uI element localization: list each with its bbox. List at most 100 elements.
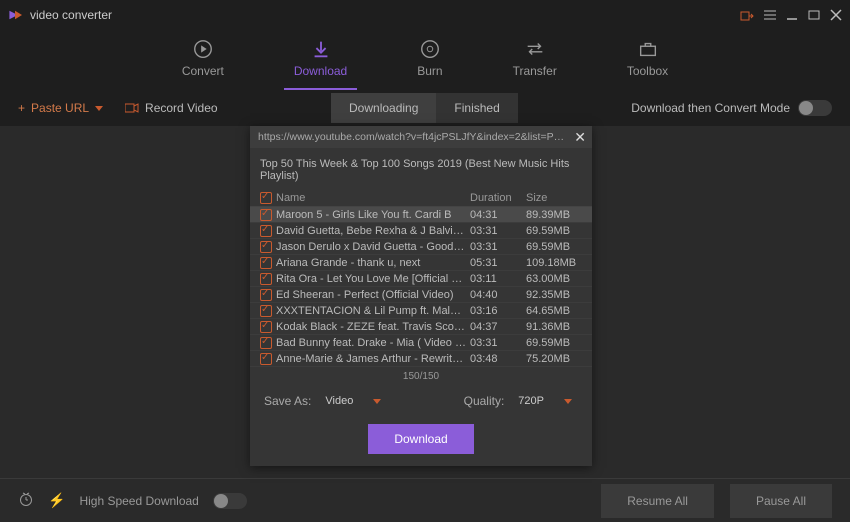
row-duration: 04:40 [470,289,526,301]
row-checkbox[interactable] [260,289,272,301]
nav-label: Convert [182,64,224,78]
nav-label: Burn [417,64,442,78]
download-button[interactable]: Download [368,424,473,454]
main-area: https://www.youtube.com/watch?v=ft4jcPSL… [0,126,850,478]
table-row[interactable]: Kodak Black - ZEZE feat. Travis Scott & … [250,319,592,335]
record-icon [125,102,139,114]
row-checkbox[interactable] [260,353,272,365]
nav-label: Transfer [513,64,557,78]
table-row[interactable]: Ariana Grande - thank u, next05:31109.18… [250,255,592,271]
row-size: 69.59MB [526,241,582,253]
row-size: 64.65MB [526,305,582,317]
row-checkbox[interactable] [260,369,272,370]
toolbox-icon [637,38,659,60]
row-size: 91.36MB [526,321,582,333]
row-duration: 03:31 [470,225,526,237]
quality-dropdown[interactable]: 720P [512,392,578,410]
panel-url-bar: https://www.youtube.com/watch?v=ft4jcPSL… [250,126,592,148]
row-checkbox[interactable] [260,273,272,285]
nav-burn[interactable]: Burn [407,34,452,90]
resume-all-button[interactable]: Resume All [601,484,714,518]
nav-download[interactable]: Download [284,34,357,90]
row-size: 69.59MB [526,337,582,349]
tab-finished[interactable]: Finished [436,93,517,123]
col-name: Name [276,192,470,204]
table-row[interactable]: Bad Bunny feat. Drake - Mia ( Video Ofic… [250,335,592,351]
paste-url-label: Paste URL [31,101,89,115]
download-panel: https://www.youtube.com/watch?v=ft4jcPSL… [250,126,592,466]
table-row[interactable]: Anne-Marie & James Arthur - Rewrite The … [250,351,592,367]
save-as-dropdown[interactable]: Video [319,392,387,410]
row-name: Bad Bunny feat. Drake - Mia ( Video Ofic… [276,337,470,349]
pause-all-button[interactable]: Pause All [730,484,832,518]
row-duration: 03:31 [470,337,526,349]
minimize-icon[interactable] [786,9,798,21]
dl-convert-mode: Download then Convert Mode [631,100,832,116]
app-logo [8,8,22,22]
titlebar: video converter [0,0,850,30]
dlcm-label: Download then Convert Mode [631,101,790,115]
table-row[interactable]: Maroon 5 - Girls Like You ft. Cardi B04:… [250,207,592,223]
row-name: Kodak Black - ZEZE feat. Travis Scott & … [276,321,470,333]
table-row[interactable]: Ed Sheeran - Perfect (Official Video)04:… [250,287,592,303]
panel-count: 150/150 [250,369,592,388]
row-checkbox[interactable] [260,209,272,221]
save-as-label: Save As: [264,394,311,408]
maximize-icon[interactable] [808,9,820,21]
paste-url-button[interactable]: + Paste URL [18,101,103,115]
row-name: Maroon 5 - Girls Like You ft. Cardi B [276,209,470,221]
row-size: 75.20MB [526,353,582,365]
nav-label: Download [294,64,347,78]
row-checkbox[interactable] [260,257,272,269]
row-name: Jason Derulo x David Guetta - Goodbye (f… [276,241,470,253]
row-duration: 04:31 [470,209,526,221]
row-duration: 03:48 [470,353,526,365]
hsd-label: High Speed Download [79,494,198,508]
row-checkbox[interactable] [260,321,272,333]
quality-value: 720P [518,395,544,407]
close-icon[interactable] [830,9,842,21]
table-row[interactable]: Rita Ora - Let You Love Me [Official Vid… [250,271,592,287]
row-checkbox[interactable] [260,241,272,253]
row-duration: 05:31 [470,257,526,269]
row-name: Ariana Grande - thank u, next [276,257,470,269]
col-duration: Duration [470,192,526,204]
chevron-down-icon [564,399,572,404]
row-size: 92.35MB [526,289,582,301]
row-checkbox[interactable] [260,225,272,237]
nav-label: Toolbox [627,64,668,78]
nav-toolbox[interactable]: Toolbox [617,34,678,90]
nav-transfer[interactable]: Transfer [503,34,567,90]
clock-icon[interactable] [18,491,34,510]
table-row[interactable]: XXXTENTACION & Lil Pump ft. Maluma & Swa… [250,303,592,319]
panel-header-row: Name Duration Size [250,190,592,207]
hsd-toggle[interactable] [213,493,247,509]
row-size: 89.39MB [526,209,582,221]
bolt-icon: ⚡ [48,492,65,509]
row-checkbox[interactable] [260,305,272,317]
close-panel-icon[interactable]: ✕ [574,129,586,146]
convert-icon [192,38,214,60]
row-name: XXXTENTACION & Lil Pump ft. Maluma & Swa… [276,305,470,317]
row-checkbox[interactable] [260,337,272,349]
bottom-bar: ⚡ High Speed Download Resume All Pause A… [0,478,850,522]
select-all-checkbox[interactable] [260,192,272,204]
panel-title: Top 50 This Week & Top 100 Songs 2019 (B… [250,148,592,190]
row-name: David Guetta, Bebe Rexha & J Balvin - Sa… [276,225,470,237]
plus-icon: + [18,101,25,115]
row-duration: 03:31 [470,241,526,253]
transfer-icon [524,38,546,60]
table-row[interactable]: Jason Derulo x David Guetta - Goodbye (f… [250,239,592,255]
tab-downloading[interactable]: Downloading [331,93,436,123]
nav-convert[interactable]: Convert [172,34,234,90]
row-name: Ed Sheeran - Perfect (Official Video) [276,289,470,301]
record-label: Record Video [145,101,218,115]
menu-icon[interactable] [764,9,776,21]
row-size: 109.18MB [526,257,582,269]
tabs: Downloading Finished [331,93,518,123]
table-row[interactable]: David Guetta, Bebe Rexha & J Balvin - Sa… [250,223,592,239]
dlcm-toggle[interactable] [798,100,832,116]
login-icon[interactable] [740,9,754,21]
record-video-button[interactable]: Record Video [125,101,218,115]
row-duration: 03:16 [470,305,526,317]
